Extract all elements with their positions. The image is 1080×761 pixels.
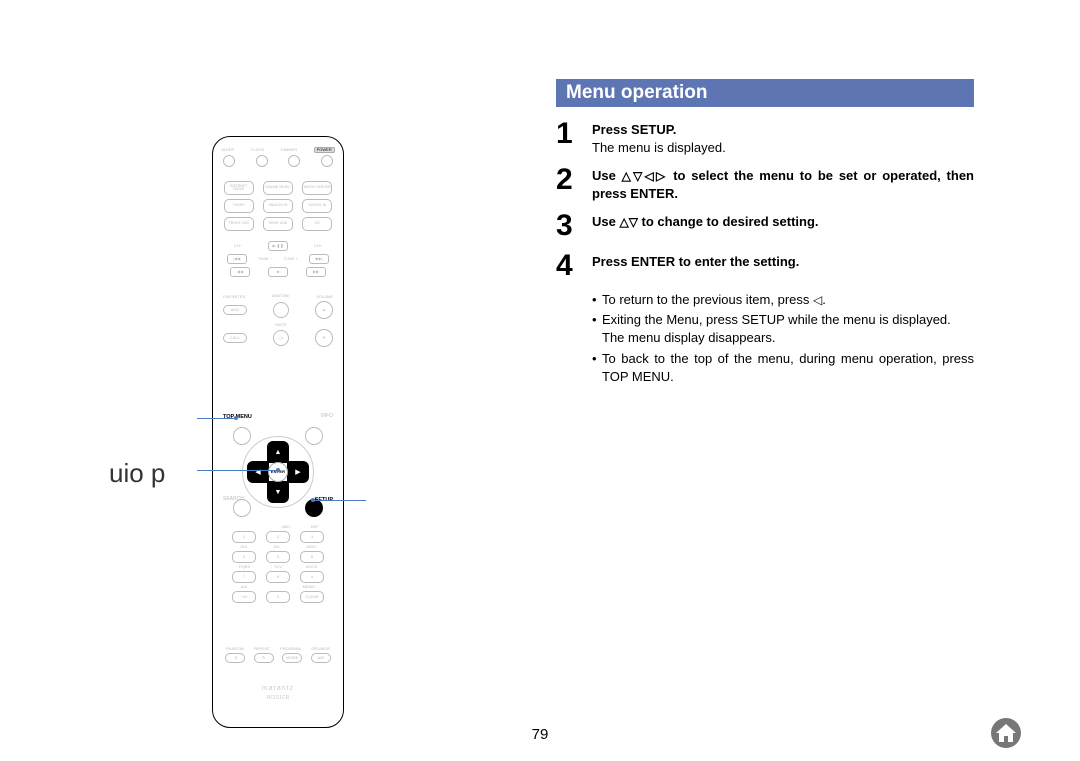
info-label: INFO bbox=[321, 414, 333, 419]
src-btn: ANALOG IN bbox=[263, 199, 293, 213]
num-6: 6 bbox=[300, 551, 324, 563]
step-3: 3 Use △▽ to change to desired setting. bbox=[556, 210, 974, 242]
clear-btn: CLEAR bbox=[300, 591, 324, 603]
repeat-btn: ↻ bbox=[254, 653, 274, 663]
sleep-button bbox=[223, 155, 235, 167]
step-1: 1 Press SETUP.The menu is displayed. bbox=[556, 118, 974, 156]
num-9: 9 bbox=[300, 571, 324, 583]
rew: ◀◀ bbox=[230, 267, 250, 277]
num-3: 3 bbox=[300, 531, 324, 543]
skip-fwd: ▶▶| bbox=[309, 254, 329, 264]
random-btn: ⤨ bbox=[225, 653, 245, 663]
enter-button: ENTER bbox=[268, 462, 288, 482]
num-4: 4 bbox=[232, 551, 256, 563]
step-4: 4 Press ENTER to enter the setting. bbox=[556, 250, 974, 282]
callout-dot bbox=[234, 416, 238, 420]
stop: ■ bbox=[268, 267, 288, 277]
note-3: To back to the top of the menu, during m… bbox=[592, 350, 974, 386]
notes-list: To return to the previous item, press ◁.… bbox=[592, 291, 974, 388]
dpad-left: ◀ bbox=[247, 461, 269, 483]
dpad-up: ▲ bbox=[267, 441, 289, 463]
add-btn: ADD bbox=[223, 305, 247, 315]
src-btn: CD bbox=[302, 217, 332, 231]
dpad-down: ▼ bbox=[267, 481, 289, 503]
step-2: 2 Use △▽◁▷ to select the menu to be set … bbox=[556, 164, 974, 202]
callout-dot bbox=[311, 498, 315, 502]
dimmer-button bbox=[288, 155, 300, 167]
note-1: To return to the previous item, press ◁. bbox=[592, 291, 974, 309]
num-1: 1 bbox=[232, 531, 256, 543]
num-plus10: +10 bbox=[232, 591, 256, 603]
clock-button bbox=[256, 155, 268, 167]
speaker-btn: A/B bbox=[311, 653, 331, 663]
play-pause: ▶/❚❚ bbox=[268, 241, 288, 251]
dpad: ▲ ▼ ◀ ▶ ENTER bbox=[237, 431, 319, 513]
page-number: 79 bbox=[0, 726, 1080, 743]
callout-line bbox=[313, 500, 366, 501]
dbb-btn bbox=[273, 302, 289, 318]
src-btn: REAR USB bbox=[263, 217, 293, 231]
power-button bbox=[321, 155, 333, 167]
vol-up: ▲ bbox=[315, 301, 333, 319]
mode-btn: MODE bbox=[282, 653, 302, 663]
src-btn: TUNER bbox=[224, 199, 254, 213]
callout-letters: uio p bbox=[109, 458, 165, 489]
brand: marantz bbox=[213, 685, 343, 692]
num-8: 8 bbox=[266, 571, 290, 583]
note-2: Exiting the Menu, press SETUP while the … bbox=[592, 311, 974, 347]
src-btn: INTERNET RADIO bbox=[224, 181, 254, 195]
skip-back: |◀◀ bbox=[227, 254, 247, 264]
home-icon bbox=[990, 717, 1022, 749]
num-0: 0 bbox=[266, 591, 290, 603]
callout-dot bbox=[276, 468, 280, 472]
callout-line bbox=[197, 418, 236, 419]
mute-btn: ◁× bbox=[273, 330, 289, 346]
call-btn: CALL bbox=[223, 333, 247, 343]
section-heading: Menu operation bbox=[556, 79, 974, 107]
remote-control-illustration: SLEEP CLOCK DIMMER POWER INTERNET RADIO … bbox=[212, 136, 344, 728]
manual-page: uio p SLEEP CLOCK DIMMER POWER INTERNET … bbox=[0, 0, 1080, 761]
model: RC011CR bbox=[213, 696, 343, 701]
src-btn: FRONT USB bbox=[224, 217, 254, 231]
ff: ▶▶ bbox=[306, 267, 326, 277]
num-2: 2 bbox=[266, 531, 290, 543]
vol-down: ▼ bbox=[315, 329, 333, 347]
dpad-right: ▶ bbox=[287, 461, 309, 483]
callout-line bbox=[197, 470, 278, 471]
src-btn: MUSIC SERVER bbox=[302, 181, 332, 195]
num-7: 7 bbox=[232, 571, 256, 583]
src-btn: DIGITAL IN bbox=[302, 199, 332, 213]
src-btn: ONLINE MUSIC bbox=[263, 181, 293, 195]
num-5: 5 bbox=[266, 551, 290, 563]
steps-list: 1 Press SETUP.The menu is displayed. 2 U… bbox=[556, 118, 974, 289]
